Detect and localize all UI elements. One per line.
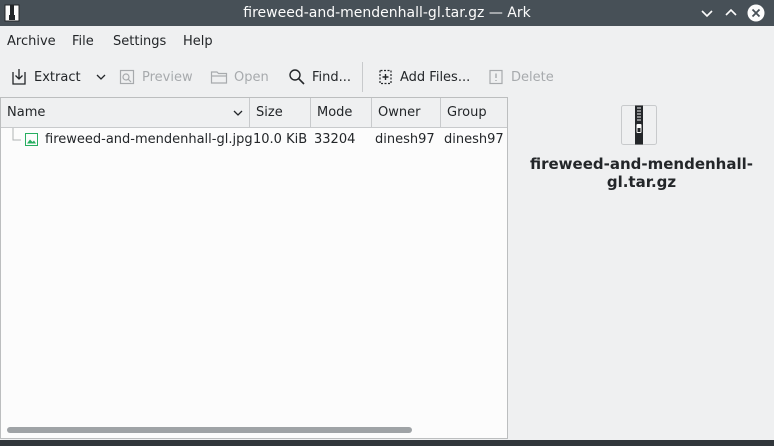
delete-button[interactable]: Delete [487,63,554,91]
column-header-owner[interactable]: Owner [372,98,441,127]
main-toolbar: Extract Preview Open Find... Add Files..… [0,58,774,96]
add-files-icon [379,69,392,85]
delete-label: Delete [511,69,554,85]
file-mode-cell: 33204 [314,132,356,147]
table-header: Name Size Mode Owner Group [1,98,507,128]
delete-icon [489,69,503,85]
extract-button[interactable]: Extract [10,63,107,91]
open-label: Open [234,69,269,85]
column-header-name-label: Name [7,105,46,120]
add-files-label: Add Files... [400,69,471,85]
search-icon [289,69,305,85]
archive-name: fireweed-and-mendenhall-gl.tar.gz [529,155,753,191]
extract-label: Extract [34,69,81,85]
column-header-size[interactable]: Size [250,98,311,127]
sort-chevron-down-icon[interactable] [232,107,244,119]
file-name-cell: fireweed-and-mendenhall-gl.jpg [45,132,253,147]
close-icon[interactable] [747,4,765,22]
toolbar-separator [362,62,363,92]
menu-bar: Archive File Settings Help [0,26,774,58]
title-bar: fireweed-and-mendenhall-gl.tar.gz — Ark [0,0,774,26]
find-label: Find... [312,69,352,85]
folder-open-icon [210,71,228,84]
file-owner-cell: dinesh97 [375,132,435,147]
extract-icon [12,69,26,85]
file-size-cell: 10.0 KiB [253,132,308,147]
file-group-cell: dinesh97 [444,132,504,147]
archive-file-list[interactable]: Name Size Mode Owner Group fireweed-and-… [0,97,508,439]
preview-label: Preview [142,69,193,85]
horizontal-scrollbar[interactable] [5,427,505,433]
menu-help[interactable]: Help [183,26,213,58]
image-file-icon [25,133,38,146]
find-button[interactable]: Find... [288,63,351,91]
preview-button[interactable]: Preview [118,63,193,91]
maximize-icon[interactable] [722,4,740,22]
add-files-button[interactable]: Add Files... [376,63,470,91]
info-panel: fireweed-and-mendenhall-gl.tar.gz [509,97,774,439]
archive-zip-icon [621,105,657,145]
tree-branch-line [12,128,21,141]
window-title: fireweed-and-mendenhall-gl.tar.gz — Ark [243,5,531,21]
scrollbar-thumb[interactable] [7,427,412,433]
taskbar-edge [0,440,774,446]
preview-icon [119,69,135,85]
open-button[interactable]: Open [210,63,269,91]
menu-archive[interactable]: Archive [7,26,56,58]
column-header-group[interactable]: Group [441,98,507,127]
table-row[interactable]: fireweed-and-mendenhall-gl.jpg 10.0 KiB … [1,128,507,152]
column-header-name[interactable]: Name [1,98,250,127]
menu-settings[interactable]: Settings [113,26,166,58]
chevron-down-icon[interactable] [95,71,107,83]
menu-file[interactable]: File [72,26,94,58]
minimize-icon[interactable] [698,4,716,22]
column-header-mode[interactable]: Mode [311,98,372,127]
